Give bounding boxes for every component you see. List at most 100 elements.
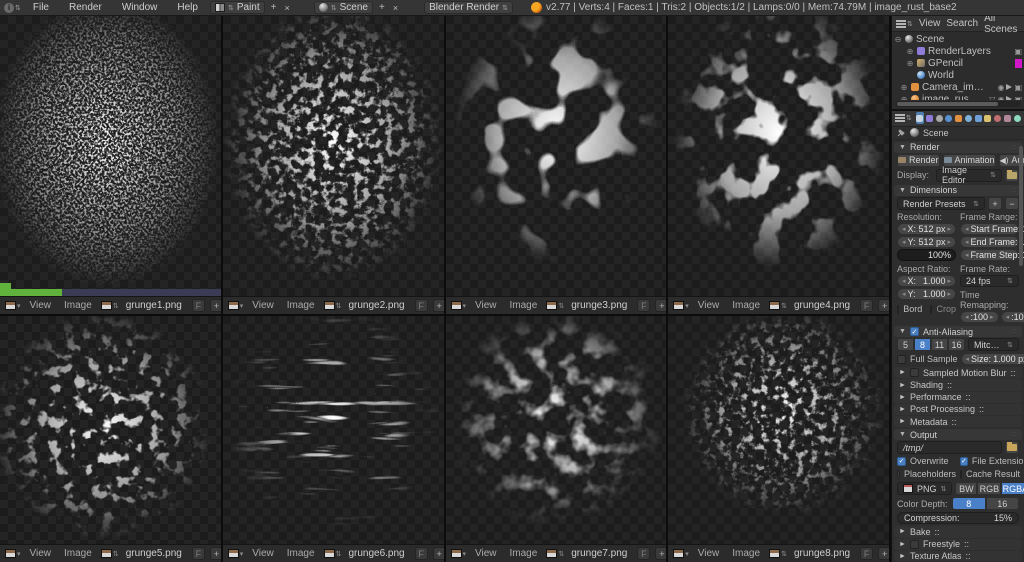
- lock-interface-button[interactable]: [1005, 169, 1019, 182]
- image-view[interactable]: [223, 316, 444, 544]
- view-menu[interactable]: View: [248, 548, 278, 559]
- menu-render[interactable]: Render: [61, 2, 110, 13]
- resolution-percent-slider[interactable]: 100%: [897, 249, 956, 261]
- outliner-hscrollbar[interactable]: [895, 101, 1021, 107]
- new-image-button[interactable]: +: [433, 299, 444, 312]
- editor-type-icon[interactable]: ▾: [673, 301, 689, 310]
- add-scene-button[interactable]: +: [377, 2, 387, 13]
- editor-type-selector[interactable]: ⇅: [895, 114, 912, 122]
- new-image-button[interactable]: +: [210, 299, 221, 312]
- image-menu[interactable]: Image: [728, 300, 764, 311]
- expand-icon[interactable]: ⊕: [906, 47, 914, 56]
- expand-icon[interactable]: ⊕: [906, 59, 914, 68]
- panel-header-metadata[interactable]: ► Metadata ::: [894, 416, 1022, 427]
- fps-dropdown[interactable]: 24 fps⇅: [960, 275, 1019, 287]
- aspect-x-field[interactable]: ◂X:1.000▸: [897, 275, 956, 287]
- image-name[interactable]: grunge3.png: [569, 300, 627, 311]
- view-menu[interactable]: View: [26, 300, 56, 311]
- panel-grip-icon[interactable]: ::: [965, 392, 970, 402]
- panel-header-post-processing[interactable]: ► Post Processing ::: [894, 404, 1022, 415]
- image-datablock-icon[interactable]: ⇅: [101, 301, 119, 310]
- remove-preset-button[interactable]: −: [1005, 197, 1019, 210]
- render-engine-selector[interactable]: Blender Render ⇅: [424, 1, 513, 14]
- aa-filter-dropdown[interactable]: Mitchell-Netravali ⇅: [968, 338, 1019, 351]
- panel-grip-icon[interactable]: ::: [1011, 431, 1017, 438]
- image-menu[interactable]: Image: [506, 548, 542, 559]
- tab-render[interactable]: [916, 112, 924, 124]
- aspect-y-field[interactable]: ◂Y:1.000▸: [897, 288, 956, 300]
- outliner-item-gpencil[interactable]: ⊕ GPencil: [894, 57, 1022, 69]
- image-menu[interactable]: Image: [60, 300, 96, 311]
- file-format-dropdown[interactable]: PNG ⇅: [897, 482, 952, 495]
- image-view[interactable]: [223, 16, 444, 296]
- new-image-button[interactable]: +: [210, 547, 221, 560]
- image-view[interactable]: [446, 16, 667, 296]
- menu-help[interactable]: Help: [169, 2, 206, 13]
- expand-icon[interactable]: ⊕: [900, 95, 908, 101]
- delete-scene-button[interactable]: ×: [391, 3, 400, 13]
- panel-grip-icon[interactable]: ::: [947, 380, 952, 390]
- overwrite-checkbox[interactable]: ✓: [897, 457, 906, 466]
- panel-grip-icon[interactable]: ::: [1011, 187, 1017, 194]
- panel-header-texture-atlas[interactable]: ► Texture Atlas ::: [894, 551, 1022, 562]
- screen-layout-selector[interactable]: ⇅ Paint: [210, 1, 265, 14]
- menu-window[interactable]: Window: [114, 2, 166, 13]
- add-layout-button[interactable]: +: [269, 2, 279, 13]
- image-name[interactable]: grunge1.png: [124, 300, 182, 311]
- new-image-button[interactable]: +: [878, 299, 889, 312]
- channels-rgb[interactable]: RGB: [977, 482, 1001, 495]
- new-image-button[interactable]: +: [655, 299, 666, 312]
- panel-grip-icon[interactable]: ::: [934, 527, 939, 537]
- resolution-x-field[interactable]: ◂X:512 px▸: [897, 223, 956, 235]
- motion-blur-checkbox[interactable]: [910, 368, 919, 377]
- new-image-button[interactable]: +: [433, 547, 444, 560]
- tab-constraints[interactable]: [965, 112, 973, 124]
- editor-type-icon[interactable]: ▾: [673, 549, 689, 558]
- resolution-y-field[interactable]: ◂Y:512 px▸: [897, 236, 956, 248]
- channels-rgba[interactable]: RGBA: [1001, 482, 1024, 495]
- cache-result-checkbox[interactable]: [960, 470, 962, 479]
- panel-header-output[interactable]: ▼ Output ::: [894, 429, 1022, 440]
- render-camera-icon[interactable]: ▣: [1014, 83, 1022, 92]
- fake-user-button[interactable]: F: [192, 299, 205, 312]
- image-datablock-icon[interactable]: ⇅: [101, 549, 119, 558]
- outliner-menu-search[interactable]: Search: [946, 18, 978, 29]
- editor-type-icon[interactable]: ▾: [228, 549, 244, 558]
- fake-user-button[interactable]: F: [415, 299, 428, 312]
- visibility-eye-icon[interactable]: ◉: [997, 83, 1004, 92]
- panel-header-sampled-motion-blur[interactable]: ► Sampled Motion Blur ::: [894, 367, 1022, 378]
- image-name[interactable]: grunge6.png: [346, 548, 404, 559]
- fake-user-button[interactable]: F: [637, 299, 650, 312]
- image-name[interactable]: grunge5.png: [124, 548, 182, 559]
- start-frame-field[interactable]: ◂Start Frame:1▸: [960, 223, 1019, 235]
- panel-header-performance[interactable]: ► Performance ::: [894, 392, 1022, 403]
- panel-grip-icon[interactable]: ::: [1010, 368, 1015, 378]
- image-menu[interactable]: Image: [60, 548, 96, 559]
- visibility-eye-icon[interactable]: ◉: [997, 95, 1004, 101]
- panel-grip-icon[interactable]: ::: [979, 404, 984, 414]
- delete-layout-button[interactable]: ×: [282, 3, 291, 13]
- selectable-cursor-icon[interactable]: [1006, 84, 1012, 90]
- browse-output-button[interactable]: [1005, 441, 1019, 454]
- view-menu[interactable]: View: [248, 300, 278, 311]
- placeholders-checkbox[interactable]: [897, 470, 900, 479]
- image-name[interactable]: grunge8.png: [792, 548, 850, 559]
- expand-icon[interactable]: ⊖: [894, 35, 902, 44]
- end-frame-field[interactable]: ◂End Frame:10▸: [960, 236, 1019, 248]
- compression-slider[interactable]: Compression: 15%: [897, 512, 1019, 524]
- image-datablock-icon[interactable]: ⇅: [546, 301, 564, 310]
- image-menu[interactable]: Image: [283, 300, 319, 311]
- fake-user-button[interactable]: F: [192, 547, 205, 560]
- tab-physics[interactable]: [1013, 112, 1021, 124]
- outliner-item-mesh[interactable]: ⊕ image_rust_base2 ▽ ◉ ▣: [894, 93, 1022, 100]
- editor-type-selector[interactable]: ⇅: [896, 20, 913, 28]
- image-menu[interactable]: Image: [728, 548, 764, 559]
- image-datablock-icon[interactable]: ⇅: [324, 549, 342, 558]
- selectable-cursor-icon[interactable]: [1006, 96, 1012, 100]
- view-menu[interactable]: View: [694, 300, 724, 311]
- tab-texture[interactable]: [1003, 112, 1011, 124]
- view-menu[interactable]: View: [471, 300, 501, 311]
- panel-grip-icon[interactable]: ::: [1011, 328, 1017, 335]
- image-view[interactable]: [668, 316, 889, 544]
- fake-user-button[interactable]: F: [415, 547, 428, 560]
